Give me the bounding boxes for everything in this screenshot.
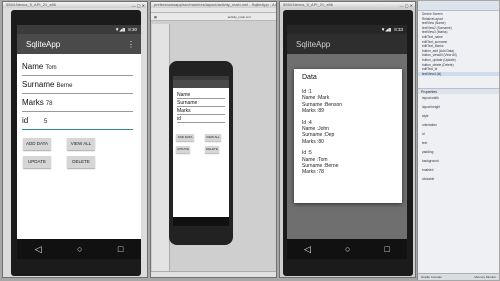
window-controls[interactable]: — ▢ ✕ — [400, 3, 413, 8]
view-all-button[interactable]: VIEW ALL — [67, 138, 95, 150]
dialog-title: Data — [302, 74, 317, 81]
tree-item-selected[interactable]: textView4 (id) — [418, 71, 499, 77]
preview-surname-label[interactable]: Surname — [177, 99, 225, 107]
preview-view-all-button[interactable]: VIEW ALL — [205, 134, 221, 141]
field-marks[interactable]: Marks 78 — [22, 98, 133, 112]
emulator-window-right: 5554:Nexus_5_API_21_x86 — ▢ ✕ ▼◢▮ 8:33 S… — [279, 1, 416, 278]
properties-table: layout:width layout:height style orienta… — [418, 94, 499, 184]
prop-row[interactable]: enabled — [418, 166, 499, 175]
emulator-window-left: 5554:Nexus_5_API_21_x86 — ▢ ✕ ▼◢▮ 8:30 S… — [2, 1, 148, 278]
signal-icon: ▼◢▮ — [380, 26, 392, 32]
app-title: SqliteApp — [296, 39, 331, 49]
name-input[interactable]: Tom — [45, 65, 56, 71]
editor-tab[interactable]: activity_main.xml — [228, 15, 251, 19]
name-label: Name — [22, 62, 44, 71]
preview-add-data-button[interactable]: ADD DATA — [176, 134, 194, 141]
record-line: Marks :78 — [302, 169, 324, 176]
ide-bottom-bar — [151, 271, 276, 277]
record-3: Id :5 Name :Tom Surname :Berne Marks :78 — [302, 150, 394, 176]
id-label: id — [22, 116, 29, 125]
prop-row[interactable]: background — [418, 157, 499, 166]
ide-status-bar: Gradle Console Memory Monitor — [418, 273, 499, 280]
component-tree-panel: Device Screen RelativeLayout textView (N… — [417, 1, 499, 280]
overflow-menu-icon[interactable]: ⋮ — [127, 40, 135, 49]
preview-update-button[interactable]: UPDATE — [176, 146, 190, 153]
prop-row[interactable]: id — [418, 130, 499, 139]
preview-nav-bar — [173, 217, 229, 226]
preview-marks-label[interactable]: Marks — [177, 107, 225, 115]
record-1: Id :1 Name :Mark Surname :Benson Marks :… — [302, 89, 394, 115]
prop-row[interactable]: orientation — [418, 121, 499, 130]
prop-row[interactable]: layout:width — [418, 94, 499, 103]
field-surname[interactable]: Surname Berne — [22, 80, 133, 94]
memory-monitor-tab[interactable]: Memory Monitor — [474, 274, 496, 280]
id-input[interactable]: 5 — [44, 119, 47, 125]
ide-toolbar: ▦ activity_main.xml — [151, 13, 276, 21]
status-bar: ▼◢▮ 8:30 — [17, 25, 141, 34]
prop-row[interactable]: style — [418, 112, 499, 121]
home-icon[interactable]: ○ — [345, 244, 350, 254]
palette-icon[interactable]: ▦ — [154, 15, 157, 19]
component-tree: Device Screen RelativeLayout textView (N… — [418, 11, 499, 77]
phone-screen: ▼◢▮ 8:30 SqliteApp ⋮ Name Tom Surname Be… — [17, 25, 141, 259]
field-id[interactable]: id 5 — [22, 116, 133, 130]
back-icon[interactable]: ◁ — [304, 244, 311, 255]
palette-panel — [152, 24, 170, 272]
navigation-bar: ◁ ○ □ — [17, 239, 141, 259]
gradle-console-tab[interactable]: Gradle Console — [421, 274, 442, 280]
desktop: 5554:Nexus_5_API_21_x86 — ▢ ✕ ▼◢▮ 8:30 S… — [0, 0, 500, 281]
add-data-button[interactable]: ADD DATA — [23, 138, 51, 150]
app-bar: SqliteApp — [287, 34, 407, 54]
prop-row[interactable]: padding — [418, 148, 499, 157]
preview-screen: Name Surname Marks id ADD DATA VIEW ALL … — [173, 76, 229, 226]
preview-name-label[interactable]: Name — [177, 91, 225, 99]
app-title: SqliteApp — [26, 39, 61, 49]
marks-label: Marks — [22, 98, 44, 107]
back-icon[interactable]: ◁ — [35, 244, 42, 255]
recents-icon[interactable]: □ — [385, 244, 390, 254]
surname-label: Surname — [22, 80, 55, 89]
data-dialog: Data Id :1 Name :Mark Surname :Benson Ma… — [294, 69, 402, 203]
field-name[interactable]: Name Tom — [22, 62, 133, 76]
signal-icon: ▼◢▮ — [114, 26, 126, 32]
clock: 8:30 — [128, 27, 137, 32]
ide-title: preferencesapp/src/main/res/layout/activ… — [151, 2, 276, 8]
preview-delete-button[interactable]: DELETE — [205, 146, 219, 153]
marks-input[interactable]: 78 — [46, 101, 53, 107]
prop-row[interactable]: clickable — [418, 175, 499, 184]
window-controls[interactable]: — ▢ ✕ — [132, 3, 145, 8]
window-title: 5554:Nexus_5_API_21_x86 — [3, 2, 147, 8]
prop-row[interactable]: text — [418, 139, 499, 148]
preview-id-label[interactable]: id — [177, 115, 225, 123]
preview-app-bar — [173, 80, 229, 88]
status-bar: ▼◢▮ 8:33 — [287, 25, 407, 34]
update-button[interactable]: UPDATE — [23, 156, 51, 168]
navigation-bar: ◁ ○ □ — [287, 239, 407, 259]
prop-row[interactable]: layout:height — [418, 103, 499, 112]
delete-button[interactable]: DELETE — [67, 156, 95, 168]
window-title: 5554:Nexus_5_API_21_x86 — [280, 2, 415, 8]
app-bar: SqliteApp ⋮ — [17, 34, 141, 54]
clock: 8:33 — [394, 27, 403, 32]
surname-input[interactable]: Berne — [56, 83, 72, 89]
android-studio-window: preferencesapp/src/main/res/layout/activ… — [150, 1, 277, 278]
recents-icon[interactable]: □ — [118, 244, 123, 254]
record-2: Id :4 Name :John Surname :Dep Marks :80 — [302, 120, 394, 146]
home-icon[interactable]: ○ — [77, 244, 82, 254]
panel-header — [418, 1, 499, 11]
